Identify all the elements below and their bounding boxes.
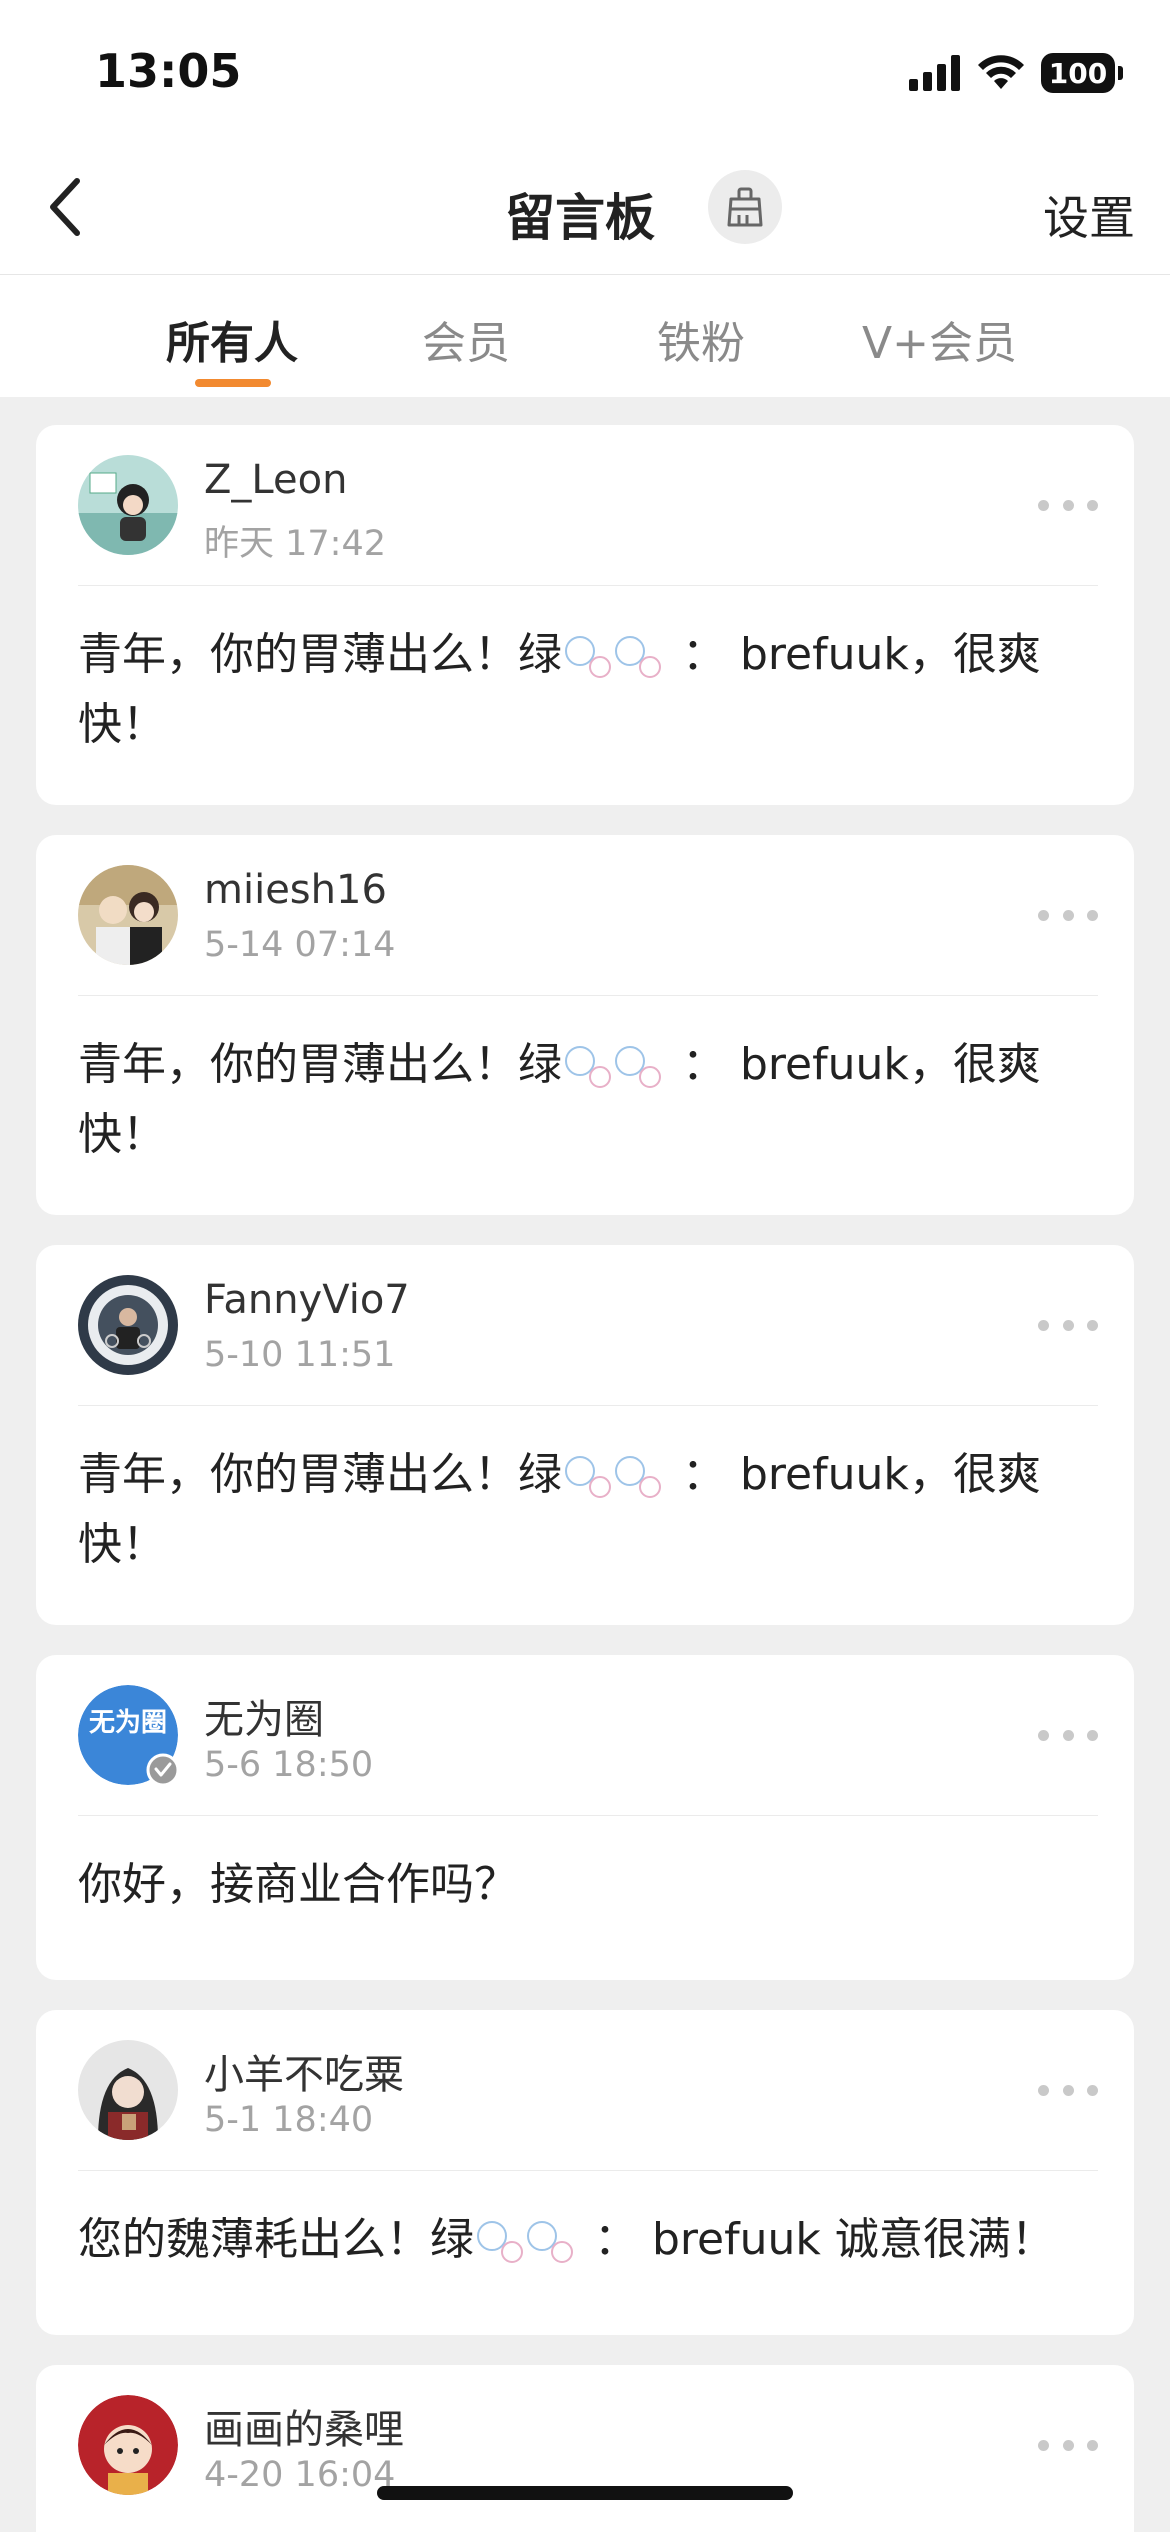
username[interactable]: Z_Leon: [204, 457, 347, 503]
message-time: 5-10 11:51: [204, 1335, 396, 1375]
message-card[interactable]: Z_Leon 昨天 17:42 青年，你的胃薄出么！绿 ： brefuuk，很爽…: [36, 425, 1134, 805]
broom-icon: [727, 187, 763, 227]
tab-members[interactable]: 会员: [422, 307, 510, 371]
avatar-logo-text: 无为圈: [89, 1708, 167, 1738]
verified-badge-icon: [146, 1753, 180, 1787]
more-options-button[interactable]: [1038, 895, 1098, 935]
username[interactable]: 无为圈: [204, 1687, 324, 1745]
message-text-start: 青年，你的胃薄出么！绿: [78, 1449, 562, 1500]
tab-bar: 所有人 会员 铁粉 V+会员: [0, 275, 1170, 397]
chevron-left-icon: [50, 178, 80, 236]
divider: [78, 995, 1098, 996]
page-title: 留言板: [505, 189, 655, 247]
clean-button[interactable]: [708, 170, 782, 244]
message-card[interactable]: 无为圈 无为圈 5-6 18:50 你好，接商业合作吗？: [36, 1655, 1134, 1980]
username[interactable]: FannyVio7: [204, 1277, 410, 1323]
tab-vplus-members[interactable]: V+会员: [862, 307, 1017, 371]
bubble-emoji-icon: [565, 636, 661, 678]
message-card[interactable]: FannyVio7 5-10 11:51 青年，你的胃薄出么！绿 ： brefu…: [36, 1245, 1134, 1625]
message-time: 4-20 16:04: [204, 2455, 396, 2495]
bubble-emoji-icon: [477, 2221, 573, 2263]
avatar[interactable]: [78, 2040, 178, 2140]
status-icons: 100: [909, 50, 1123, 96]
username[interactable]: 小羊不吃粟: [204, 2042, 404, 2100]
nav-bar: 留言板 设置: [0, 150, 1170, 275]
message-text-start: 青年，你的胃薄出么！绿: [78, 1039, 562, 1090]
settings-button[interactable]: 设置: [1043, 182, 1135, 248]
status-time: 13:05: [95, 44, 242, 98]
avatar[interactable]: [78, 455, 178, 555]
divider: [78, 1815, 1098, 1816]
back-button[interactable]: [30, 172, 100, 242]
message-time: 5-14 07:14: [204, 925, 396, 965]
message-text: 你好，接商业合作吗？: [78, 1859, 518, 1910]
home-indicator[interactable]: [377, 2486, 793, 2500]
more-options-button[interactable]: [1038, 485, 1098, 525]
divider: [78, 1405, 1098, 1406]
more-options-button[interactable]: [1038, 1715, 1098, 1755]
username[interactable]: miiesh16: [204, 867, 387, 913]
message-text-end: ： brefuuk 诚意很满！: [594, 2214, 1055, 2265]
message-text-start: 青年，你的胃薄出么！绿: [78, 629, 562, 680]
message-text: 您的魏薄耗出么！绿 ： brefuuk 诚意很满！: [78, 2205, 1094, 2275]
avatar[interactable]: [78, 1275, 178, 1375]
battery-level: 100: [1048, 56, 1108, 90]
message-time: 5-1 18:40: [204, 2100, 374, 2140]
battery-icon: 100: [1041, 53, 1123, 93]
more-options-button[interactable]: [1038, 1305, 1098, 1345]
divider: [78, 585, 1098, 586]
avatar[interactable]: 无为圈: [78, 1685, 180, 1787]
bubble-emoji-icon: [565, 1456, 661, 1498]
message-time: 5-6 18:50: [204, 1745, 374, 1785]
message-time: 昨天 17:42: [204, 524, 386, 564]
more-options-button[interactable]: [1038, 2070, 1098, 2110]
message-text: 青年，你的胃薄出么！绿 ： brefuuk，很爽快！: [78, 1440, 1094, 1580]
more-options-button[interactable]: [1038, 2425, 1098, 2465]
message-text: 青年，你的胃薄出么！绿 ： brefuuk，很爽快！: [78, 1030, 1094, 1170]
tab-everyone[interactable]: 所有人: [166, 307, 298, 371]
wifi-icon: [978, 55, 1024, 89]
cellular-signal-icon: [909, 55, 960, 91]
message-card[interactable]: miiesh16 5-14 07:14 青年，你的胃薄出么！绿 ： brefuu…: [36, 835, 1134, 1215]
message-text: 青年，你的胃薄出么！绿 ： brefuuk，很爽快！: [78, 620, 1094, 760]
tab-iron-fans[interactable]: 铁粉: [657, 307, 745, 371]
message-text-start: 您的魏薄耗出么！绿: [78, 2214, 474, 2265]
avatar[interactable]: [78, 865, 178, 965]
active-tab-indicator: [195, 379, 271, 387]
divider: [78, 2170, 1098, 2171]
message-card[interactable]: 画画的桑哩 4-20 16:04: [36, 2365, 1134, 2532]
avatar[interactable]: [78, 2395, 178, 2495]
bubble-emoji-icon: [565, 1046, 661, 1088]
status-bar: 13:05 100: [0, 0, 1170, 150]
username[interactable]: 画画的桑哩: [204, 2397, 404, 2455]
message-card[interactable]: 小羊不吃粟 5-1 18:40 您的魏薄耗出么！绿 ： brefuuk 诚意很满…: [36, 2010, 1134, 2335]
